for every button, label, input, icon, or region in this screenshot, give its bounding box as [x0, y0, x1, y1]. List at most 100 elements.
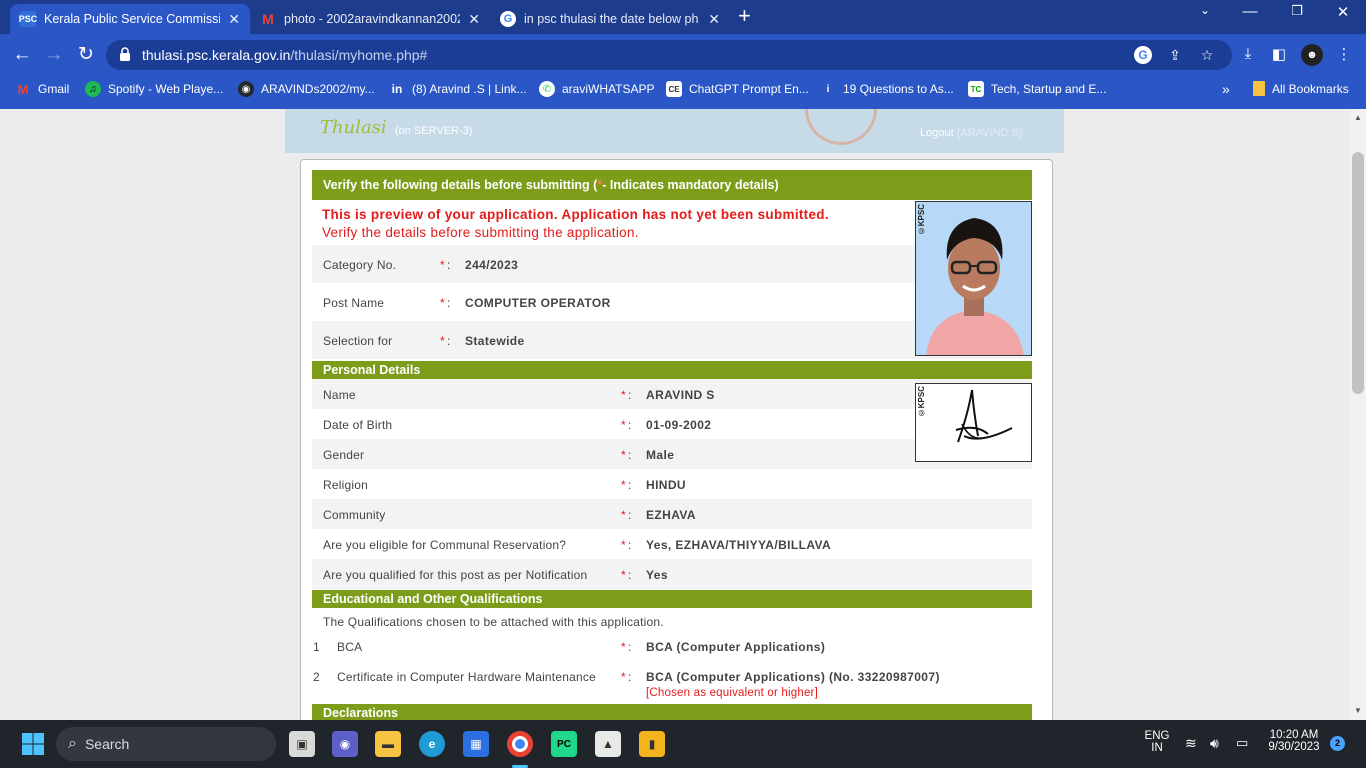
profile-avatar[interactable]: ☻	[1301, 44, 1323, 66]
task-view-icon[interactable]: ▣	[289, 731, 315, 757]
mandatory-mark: *	[440, 296, 445, 310]
back-arrow-icon[interactable]: ←	[10, 43, 34, 67]
field-colon: :	[628, 388, 632, 402]
page-viewport: Thulasi (on SERVER-3) Logout (ARAVIND S)…	[0, 109, 1350, 720]
education-note: The Qualifications chosen to be attached…	[323, 615, 664, 629]
pycharm-icon[interactable]: PC	[551, 731, 577, 757]
linkedin-icon: in	[391, 82, 403, 96]
thulasi-logo: Thulasi	[320, 117, 387, 138]
qualification-chosen: BCA (Computer Applications)	[646, 640, 826, 654]
teams-chat-icon[interactable]: ◉	[332, 731, 358, 757]
reload-icon[interactable]: ↻	[74, 43, 98, 67]
verify-instruction: Verify the details before submitting the…	[322, 225, 639, 240]
microsoft-store-icon[interactable]: ▦	[463, 731, 489, 757]
field-label: Date of Birth	[323, 418, 393, 432]
briefcase-icon[interactable]: ▲	[595, 731, 621, 757]
preview-warning: This is preview of your application. App…	[322, 207, 829, 222]
bookmark-gmail[interactable]: M Gmail	[15, 81, 70, 97]
bookmark-techcrunch[interactable]: TC Tech, Startup and E...	[968, 81, 1106, 97]
applicant-name: ARAVIND S	[646, 388, 715, 402]
bookmark-spotify[interactable]: ♫ Spotify - Web Playe...	[85, 81, 223, 97]
mandatory-mark: *	[621, 538, 626, 552]
header-suffix: - Indicates mandatory details)	[602, 178, 779, 192]
mandatory-mark: *	[440, 258, 445, 272]
field-colon: :	[628, 448, 632, 462]
scroll-up-icon[interactable]: ▲	[1352, 112, 1364, 124]
file-explorer-icon[interactable]: ▬	[375, 731, 401, 757]
address-bar[interactable]: thulasi.psc.kerala.gov.in/thulasi/myhome…	[106, 40, 1232, 70]
communal-reservation: Yes, EZHAVA/THIYYA/BILLAVA	[646, 538, 832, 552]
scroll-down-icon[interactable]: ▼	[1352, 705, 1364, 717]
kpsc-watermark: ©KPSC	[917, 204, 926, 236]
qualified-status: Yes	[646, 568, 668, 582]
bookmark-star-icon[interactable]: ☆	[1198, 46, 1216, 64]
power-bi-icon[interactable]: ▮	[639, 731, 665, 757]
field-label: Religion	[323, 478, 368, 492]
volume-icon[interactable]: 🔊︎	[1210, 735, 1219, 752]
github-icon: ◉	[238, 81, 254, 97]
bookmark-label: (8) Aravind .S | Link...	[412, 82, 527, 96]
equivalent-note: [Chosen as equivalent or higher]	[646, 687, 818, 699]
edge-icon[interactable]: e	[419, 731, 445, 757]
field-row: Are you qualified for this post as per N…	[312, 559, 1032, 589]
tab-google[interactable]: G in psc thulasi the date below ph ✕	[490, 4, 730, 34]
close-icon[interactable]: ✕	[708, 11, 720, 28]
logout-link[interactable]: Logout	[920, 127, 954, 139]
url-path: /thulasi/myhome.php#	[290, 47, 428, 63]
tab-search-chevron-icon[interactable]: ⌄	[1193, 3, 1217, 17]
all-bookmarks[interactable]: All Bookmarks	[1253, 81, 1349, 96]
lock-icon[interactable]	[118, 46, 132, 62]
share-icon[interactable]: ⇪	[1166, 46, 1184, 64]
field-label: Selection for	[323, 334, 393, 348]
taskbar-search[interactable]: ⌕ Search	[56, 727, 276, 761]
bookmark-questions[interactable]: i 19 Questions to As...	[820, 81, 954, 97]
scrollbar-thumb[interactable]	[1352, 152, 1364, 394]
applicant-signature: ©KPSC	[915, 383, 1032, 462]
field-colon: :	[628, 538, 632, 552]
chrome-icon[interactable]	[507, 731, 533, 757]
field-row: Community * : EZHAVA	[312, 499, 1032, 529]
tab-kpsc[interactable]: PSC Kerala Public Service Commissio ✕	[10, 4, 250, 34]
close-icon[interactable]: ✕	[228, 11, 240, 28]
windows-start-icon[interactable]	[20, 731, 46, 757]
bookmark-github[interactable]: ◉ ARAVINDs2002/my...	[238, 81, 375, 97]
section-header-education: Educational and Other Qualifications	[312, 590, 1032, 608]
field-row: Religion * : HINDU	[312, 469, 1032, 499]
mandatory-mark: *	[621, 448, 626, 462]
user-name: (ARAVIND S)	[956, 127, 1023, 139]
bookmark-chatgpt[interactable]: CE ChatGPT Prompt En...	[666, 81, 809, 97]
close-icon[interactable]: ✕	[468, 11, 480, 28]
tab-title: photo - 2002aravindkannan2002	[284, 12, 461, 26]
category-number: 244/2023	[465, 258, 519, 272]
forward-arrow-icon[interactable]: →	[42, 43, 66, 67]
section-header-declarations: Declarations	[312, 704, 1032, 720]
field-colon: :	[447, 258, 451, 272]
battery-icon[interactable]: ▭	[1236, 735, 1248, 751]
clock-date: 9/30/2023	[1268, 741, 1320, 753]
server-label: (on SERVER-3)	[395, 125, 473, 137]
clock[interactable]: 10:20 AM 9/30/2023	[1262, 729, 1326, 753]
more-bookmarks-chevron-icon[interactable]: »	[1222, 81, 1230, 97]
bookmark-label: 19 Questions to As...	[843, 82, 954, 96]
minimize-icon[interactable]: —	[1238, 3, 1262, 20]
new-tab-button[interactable]: +	[738, 5, 751, 27]
search-placeholder: Search	[84, 736, 130, 752]
bookmark-linkedin[interactable]: in (8) Aravind .S | Link...	[389, 81, 527, 97]
bookmarks-bar: M Gmail ♫ Spotify - Web Playe... ◉ ARAVI…	[0, 76, 1366, 104]
restore-icon[interactable]: ❐	[1285, 3, 1309, 19]
qualification-number: 1	[313, 640, 320, 654]
close-window-icon[interactable]: ✕	[1331, 3, 1355, 21]
qualification-required: Certificate in Computer Hardware Mainten…	[337, 670, 596, 684]
wifi-icon[interactable]: ≋	[1185, 735, 1197, 752]
bookmark-whatsapp[interactable]: ✆ araviWHATSAPP	[539, 81, 654, 97]
tab-gmail[interactable]: M photo - 2002aravindkannan2002 ✕	[250, 4, 490, 34]
notification-badge[interactable]: 2	[1330, 736, 1345, 751]
language-indicator[interactable]: ENG IN	[1140, 730, 1174, 754]
url-text[interactable]: thulasi.psc.kerala.gov.in/thulasi/myhome…	[142, 47, 427, 63]
download-icon[interactable]: ⤓	[1237, 45, 1259, 62]
side-panel-icon[interactable]: ◧	[1268, 45, 1290, 63]
all-bookmarks-label: All Bookmarks	[1272, 81, 1349, 96]
google-lens-icon[interactable]: G	[1134, 46, 1152, 64]
menu-kebab-icon[interactable]: ⋮	[1333, 45, 1355, 63]
tab-title: Kerala Public Service Commissio	[44, 12, 221, 26]
